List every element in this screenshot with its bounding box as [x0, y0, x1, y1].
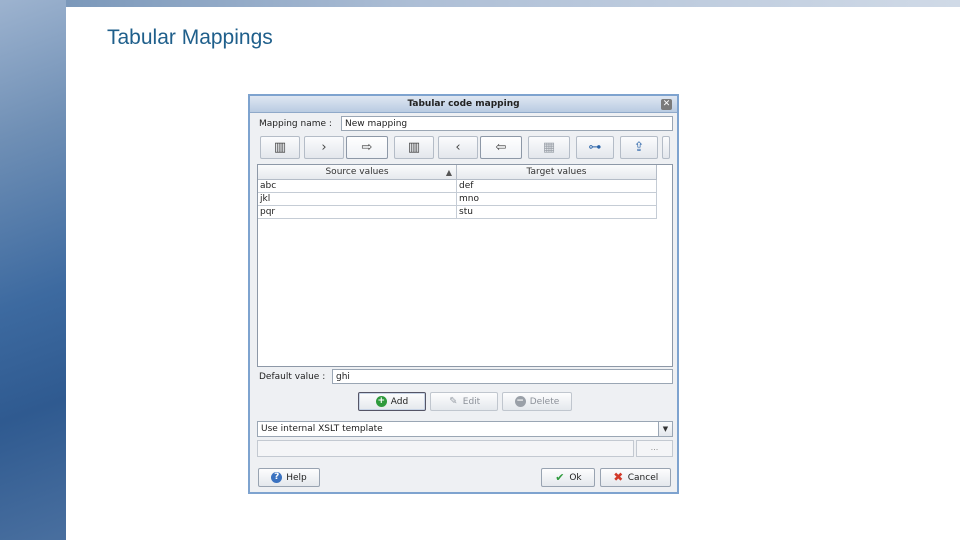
target-cell[interactable]: def — [457, 180, 657, 193]
column-header-label: Source values — [325, 167, 389, 177]
cancel-x-icon: ✖ — [613, 470, 624, 484]
delete-icon: − — [514, 396, 526, 407]
target-cell[interactable]: mno — [457, 193, 657, 206]
checkmark-icon: ✔ — [555, 471, 565, 484]
column-header-source[interactable]: Source values ▲ — [258, 165, 457, 180]
template-select[interactable]: Use internal XSLT template ▼ — [257, 421, 673, 437]
source-cell[interactable]: pqr — [258, 206, 457, 219]
column-header-target[interactable]: Target values — [457, 165, 657, 180]
help-button-label: Help — [286, 472, 307, 483]
source-table-icon[interactable]: ▥ — [260, 136, 300, 159]
source-cell[interactable]: abc — [258, 180, 457, 193]
edit-button[interactable]: ✎ Edit — [430, 392, 498, 411]
chevron-down-icon[interactable]: ▼ — [658, 422, 672, 436]
help-icon: ? — [271, 472, 283, 483]
toolbar-overflow[interactable] — [662, 136, 670, 159]
table-row[interactable]: abc def — [258, 180, 657, 193]
mapping-name-label: Mapping name : — [259, 119, 332, 129]
target-cell[interactable]: stu — [457, 206, 657, 219]
dialog-title: Tabular code mapping — [407, 99, 520, 109]
grid-icon[interactable]: ▦ — [528, 136, 570, 159]
map-left-icon[interactable]: ⇦ — [480, 136, 522, 159]
cancel-button[interactable]: ✖ Cancel — [600, 468, 671, 487]
mapping-name-input[interactable]: New mapping — [341, 116, 673, 131]
table-row[interactable]: pqr stu — [258, 206, 657, 219]
help-button[interactable]: ? Help — [258, 468, 320, 487]
map-right-icon[interactable]: ⇨ — [346, 136, 388, 159]
browse-button[interactable]: ... — [636, 440, 673, 457]
delete-button-label: Delete — [529, 396, 560, 407]
add-button-label: Add — [390, 396, 409, 407]
table-row[interactable]: jkl mno — [258, 193, 657, 206]
default-value-label: Default value : — [259, 372, 326, 382]
template-path-field[interactable] — [257, 440, 634, 457]
export-icon[interactable]: ⇪ — [620, 136, 658, 159]
cancel-button-label: Cancel — [627, 472, 659, 483]
table-header: Source values ▲ Target values — [258, 165, 657, 180]
delete-button[interactable]: − Delete — [502, 392, 572, 411]
add-icon: + — [375, 396, 387, 407]
dialog-titlebar[interactable]: Tabular code mapping ✕ — [250, 96, 677, 113]
ok-button-label: Ok — [569, 472, 582, 483]
close-icon[interactable]: ✕ — [661, 99, 672, 110]
mapping-table[interactable]: Source values ▲ Target values abc def jk… — [257, 164, 673, 367]
edit-button-label: Edit — [462, 396, 481, 407]
slide-background-band — [0, 0, 66, 540]
default-value-input[interactable]: ghi — [332, 369, 673, 384]
move-left-icon[interactable]: ‹ — [438, 136, 478, 159]
tabular-code-mapping-dialog: Tabular code mapping ✕ Mapping name : Ne… — [248, 94, 679, 494]
slide-top-band — [66, 0, 960, 7]
move-right-icon[interactable]: › — [304, 136, 344, 159]
sort-ascending-icon: ▲ — [445, 168, 452, 177]
template-select-value: Use internal XSLT template — [261, 424, 383, 434]
slide-title: Tabular Mappings — [107, 26, 273, 49]
tree-icon[interactable]: ⊶ — [576, 136, 614, 159]
edit-icon: ✎ — [449, 396, 458, 407]
add-button[interactable]: + Add — [358, 392, 426, 411]
ok-button[interactable]: ✔ Ok — [541, 468, 595, 487]
source-cell[interactable]: jkl — [258, 193, 457, 206]
target-table-icon[interactable]: ▥ — [394, 136, 434, 159]
